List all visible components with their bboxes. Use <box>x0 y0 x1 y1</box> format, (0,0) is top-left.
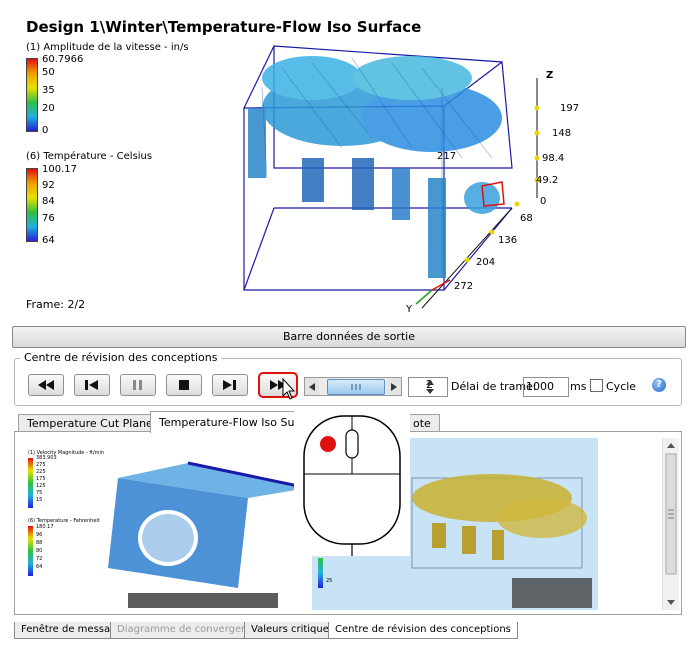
iso-surface-render <box>243 45 540 309</box>
grip-icon <box>351 384 361 390</box>
chevron-right-icon <box>391 382 397 391</box>
frame-counter: Frame: 2/2 <box>26 298 86 311</box>
tab-temperature-flow-iso-surface[interactable]: Temperature-Flow Iso Surfa <box>150 411 296 433</box>
thumb-right-tick: 25 <box>326 578 333 584</box>
cycle-label: Cycle <box>606 380 637 393</box>
frame-delay-input[interactable]: 1000 <box>523 377 569 397</box>
mouse-pointer-icon <box>282 378 296 400</box>
step-back-button[interactable] <box>74 374 110 396</box>
pause-button[interactable] <box>120 374 156 396</box>
scrollbar-icons <box>665 443 677 605</box>
mouse-click-hint <box>294 408 410 556</box>
rewind-button[interactable] <box>28 374 64 396</box>
velocity-color-bar <box>26 58 38 132</box>
slider-thumb[interactable] <box>327 379 385 395</box>
thumb-color-bar <box>28 458 33 508</box>
thumb-tick: 15 <box>36 497 43 503</box>
thumb-tick: 64 <box>36 564 43 570</box>
step-forward-icon <box>223 380 236 390</box>
slider-left-arrow[interactable] <box>305 378 319 395</box>
temperature-legend-title: (6) Température - Celsius <box>26 151 153 162</box>
z-tick: 197 <box>560 103 580 114</box>
x-tick: 217 <box>437 151 457 162</box>
thumb-tick: 225 <box>36 469 46 475</box>
velocity-tick: 60.7966 <box>42 54 84 65</box>
stop-icon <box>179 380 189 390</box>
x-tick: 272 <box>454 281 474 292</box>
thumbnail-left[interactable]: (1) Velocity Magnitude - ft/min 383.903 … <box>18 440 298 610</box>
step-back-icon <box>85 380 98 390</box>
z-axis-label: Z <box>546 70 554 81</box>
thumb-tick: 275 <box>36 462 46 468</box>
thumb-legend1-ticks: 383.903 275 225 175 125 75 15 <box>36 455 57 504</box>
velocity-tick: 0 <box>42 125 49 136</box>
thumb-legend2-ticks: 180.17 96 88 80 72 64 <box>36 523 54 571</box>
tab-temperature-cut-plane[interactable]: Temperature Cut Plane <box>18 414 162 432</box>
temperature-tick: 76 <box>42 213 55 224</box>
z-tick: 148 <box>552 128 572 139</box>
x-tick: 204 <box>476 257 496 268</box>
thumb-right-render <box>411 474 592 608</box>
tab-design-review-center[interactable]: Centre de révision des conceptions <box>328 622 518 639</box>
pause-icon <box>133 380 142 390</box>
help-icon[interactable]: ? <box>652 378 666 392</box>
temperature-color-bar <box>26 168 38 242</box>
thumb-tick: 72 <box>36 556 43 562</box>
thumb-tick: 80 <box>36 548 43 554</box>
stop-button[interactable] <box>166 374 202 396</box>
frame-slider[interactable] <box>304 377 402 396</box>
thumb-tick: 383.903 <box>36 455 57 461</box>
results-viewport[interactable]: Design 1\Winter\Temperature-Flow Iso Sur… <box>12 8 684 320</box>
temperature-tick: 100.17 <box>42 164 77 175</box>
step-forward-button[interactable] <box>212 374 248 396</box>
thumb-tick: 75 <box>36 490 43 496</box>
tab-convergence-diagram[interactable]: Diagramme de convergence <box>110 622 267 639</box>
slider-right-arrow[interactable] <box>387 378 401 395</box>
frame-spinner-icon[interactable] <box>424 377 436 397</box>
z-tick: 49.2 <box>536 175 559 186</box>
z-tick: 0 <box>540 196 547 207</box>
chevron-left-icon <box>309 382 315 391</box>
thumb-tick: 180.17 <box>36 524 54 530</box>
ms-unit-label: ms <box>570 380 587 393</box>
velocity-tick: 20 <box>42 103 55 114</box>
thumb-tick: 125 <box>36 483 46 489</box>
velocity-legend-title: (1) Amplitude de la vitesse - in/s <box>26 42 189 53</box>
velocity-tick: 35 <box>42 85 55 96</box>
thumb-tick: 175 <box>36 476 46 482</box>
temperature-tick: 64 <box>42 235 55 246</box>
mouse-icon <box>303 415 401 556</box>
view-title: Design 1\Winter\Temperature-Flow Iso Sur… <box>26 18 422 36</box>
temperature-tick: 92 <box>42 180 55 191</box>
cycle-checkbox[interactable] <box>590 379 603 392</box>
tab-critical-values[interactable]: Valeurs critiques <box>244 622 342 639</box>
output-data-bar-button[interactable]: Barre données de sortie <box>12 326 686 348</box>
rewind-icon <box>38 380 54 390</box>
x-tick: 68 <box>520 213 533 224</box>
velocity-tick: 50 <box>42 67 55 78</box>
design-review-group-title: Centre de révision des conceptions <box>20 351 222 364</box>
thumb-tick: 96 <box>36 532 43 538</box>
content-scrollbar[interactable] <box>662 438 679 610</box>
thumb-tick: 88 <box>36 540 43 546</box>
z-tick: 98.4 <box>542 153 565 164</box>
y-axis-label: Y <box>406 304 413 315</box>
thumb-right-color-bar <box>318 558 323 588</box>
thumb-color-bar <box>28 526 33 576</box>
thumb-left-render <box>108 461 298 608</box>
temperature-tick: 84 <box>42 196 55 207</box>
x-tick: 136 <box>498 235 518 246</box>
